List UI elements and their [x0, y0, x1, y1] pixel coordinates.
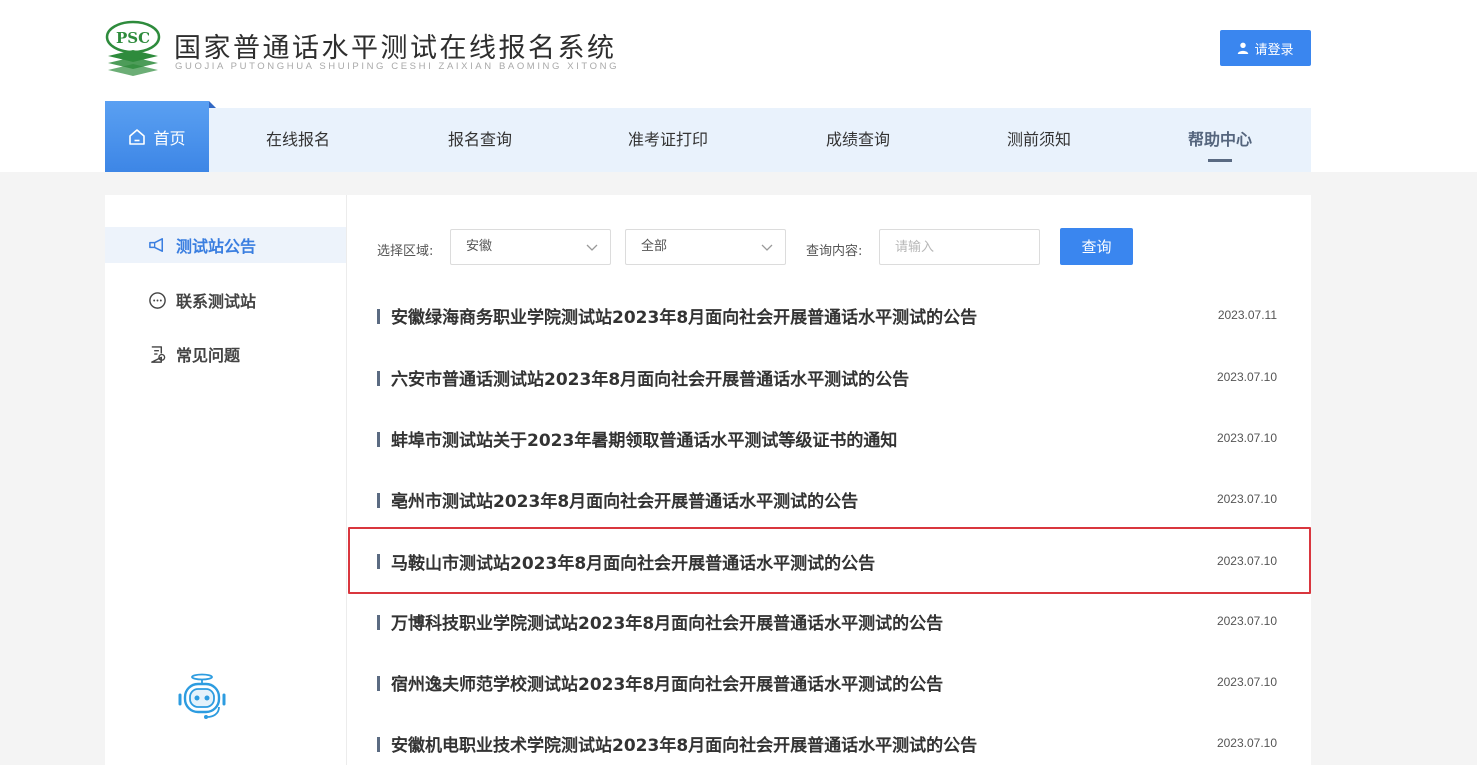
- notice-title[interactable]: 宿州逸夫师范学校测试站2023年8月面向社会开展普通话水平测试的公告: [391, 670, 943, 695]
- nav-item-registration-query[interactable]: 报名查询: [430, 108, 530, 172]
- nav-item-online-registration[interactable]: 在线报名: [248, 108, 348, 172]
- search-input[interactable]: [879, 229, 1040, 265]
- notice-title[interactable]: 马鞍山市测试站2023年8月面向社会开展普通话水平测试的公告: [391, 549, 875, 574]
- nav-item-admission-ticket[interactable]: 准考证打印: [608, 108, 728, 172]
- chevron-down-icon: [586, 244, 598, 251]
- notice-date: 2023.07.10: [1216, 736, 1277, 750]
- faq-document-icon: [151, 345, 166, 363]
- row-marker: [377, 432, 380, 447]
- notice-row[interactable]: 六安市普通话测试站2023年8月面向社会开展普通话水平测试的公告 2023.07…: [348, 347, 1311, 408]
- type-select[interactable]: 全部: [625, 229, 786, 265]
- notice-title[interactable]: 亳州市测试站2023年8月面向社会开展普通话水平测试的公告: [391, 487, 858, 512]
- notice-date: 2023.07.10: [1216, 614, 1277, 628]
- sidebar-item-station-notices[interactable]: 测试站公告: [105, 227, 346, 263]
- row-marker: [377, 309, 380, 324]
- notice-panel: 选择区域: 安徽 全部 查询内容: 查询 安徽绿海商务职业学院测试站2023年8…: [347, 195, 1311, 765]
- row-marker: [377, 615, 380, 630]
- nav-item-score-query[interactable]: 成绩查询: [808, 108, 908, 172]
- login-button[interactable]: 请登录: [1220, 30, 1311, 66]
- sidebar-item-label: 常见问题: [176, 346, 241, 365]
- notice-title[interactable]: 安徽绿海商务职业学院测试站2023年8月面向社会开展普通话水平测试的公告: [391, 303, 977, 328]
- notice-title[interactable]: 安徽机电职业技术学院测试站2023年8月面向社会开展普通话水平测试的公告: [391, 731, 977, 756]
- psc-logo-icon[interactable]: PSC: [105, 20, 161, 76]
- row-marker: [377, 493, 380, 508]
- nav-help-label: 帮助中心: [1187, 130, 1252, 149]
- user-icon: [1238, 42, 1249, 54]
- megaphone-icon: [149, 237, 164, 252]
- notice-title[interactable]: 万博科技职业学院测试站2023年8月面向社会开展普通话水平测试的公告: [391, 609, 943, 634]
- region-select-value: 安徽: [466, 239, 493, 254]
- logo-text: PSC: [116, 29, 150, 47]
- sidebar-item-contact-station[interactable]: 联系测试站: [105, 282, 346, 318]
- nav-item-help-center[interactable]: 帮助中心: [1170, 108, 1270, 172]
- home-icon: [129, 128, 146, 145]
- notice-title[interactable]: 蚌埠市测试站关于2023年暑期领取普通话水平测试等级证书的通知: [391, 426, 897, 451]
- notice-row[interactable]: 安徽机电职业技术学院测试站2023年8月面向社会开展普通话水平测试的公告 202…: [348, 713, 1311, 765]
- notice-row[interactable]: 亳州市测试站2023年8月面向社会开展普通话水平测试的公告 2023.07.10: [348, 469, 1311, 530]
- row-marker: [377, 371, 380, 386]
- sidebar-item-label: 联系测试站: [176, 292, 257, 311]
- login-label: 请登录: [1254, 42, 1294, 58]
- content-card: 测试站公告 联系测试站 常见问题 选择区域: 安徽 全部 查询内容: 请输入 查…: [105, 195, 1311, 765]
- type-select-value: 全部: [641, 239, 668, 254]
- chevron-down-icon: [761, 244, 773, 251]
- notice-title[interactable]: 六安市普通话测试站2023年8月面向社会开展普通话水平测试的公告: [391, 365, 909, 390]
- query-label: 查询内容:: [806, 244, 863, 259]
- row-marker: [377, 676, 380, 691]
- notice-row[interactable]: 蚌埠市测试站关于2023年暑期领取普通话水平测试等级证书的通知 2023.07.…: [348, 408, 1311, 469]
- site-subtitle: GUOJIA PUTONGHUA SHUIPING CESHI ZAIXIAN …: [175, 61, 620, 72]
- chat-icon: [149, 291, 166, 309]
- active-indicator: [1208, 159, 1232, 162]
- nav-home[interactable]: 首页: [105, 101, 216, 172]
- sidebar-item-faq[interactable]: 常见问题: [105, 336, 346, 372]
- notice-date: 2023.07.10: [1216, 554, 1277, 568]
- notice-row[interactable]: 宿州逸夫师范学校测试站2023年8月面向社会开展普通话水平测试的公告 2023.…: [348, 652, 1311, 713]
- notice-date: 2023.07.11: [1217, 308, 1277, 322]
- notice-date: 2023.07.10: [1216, 492, 1277, 506]
- nav-home-label: 首页: [153, 128, 186, 148]
- query-button[interactable]: 查询: [1060, 228, 1133, 265]
- customer-service-robot-icon[interactable]: [175, 673, 229, 721]
- main-nav: 首页 在线报名 报名查询 准考证打印 成绩查询 测前须知 帮助中心: [105, 101, 1311, 172]
- sidebar-item-label: 测试站公告: [176, 237, 257, 256]
- nav-item-pre-test-notice[interactable]: 测前须知: [989, 108, 1089, 172]
- row-marker: [377, 737, 380, 752]
- region-label: 选择区域:: [377, 244, 434, 259]
- notice-row[interactable]: 万博科技职业学院测试站2023年8月面向社会开展普通话水平测试的公告 2023.…: [348, 591, 1311, 652]
- row-marker: [377, 554, 380, 569]
- sidebar: 测试站公告 联系测试站 常见问题: [105, 195, 347, 765]
- site-title: 国家普通话水平测试在线报名系统: [174, 33, 617, 64]
- notice-date: 2023.07.10: [1216, 370, 1277, 384]
- notice-date: 2023.07.10: [1216, 431, 1277, 445]
- notice-date: 2023.07.10: [1216, 675, 1277, 689]
- notice-row[interactable]: 安徽绿海商务职业学院测试站2023年8月面向社会开展普通话水平测试的公告 202…: [348, 285, 1311, 346]
- notice-row-highlighted[interactable]: 马鞍山市测试站2023年8月面向社会开展普通话水平测试的公告 2023.07.1…: [348, 527, 1311, 594]
- region-select[interactable]: 安徽: [450, 229, 611, 265]
